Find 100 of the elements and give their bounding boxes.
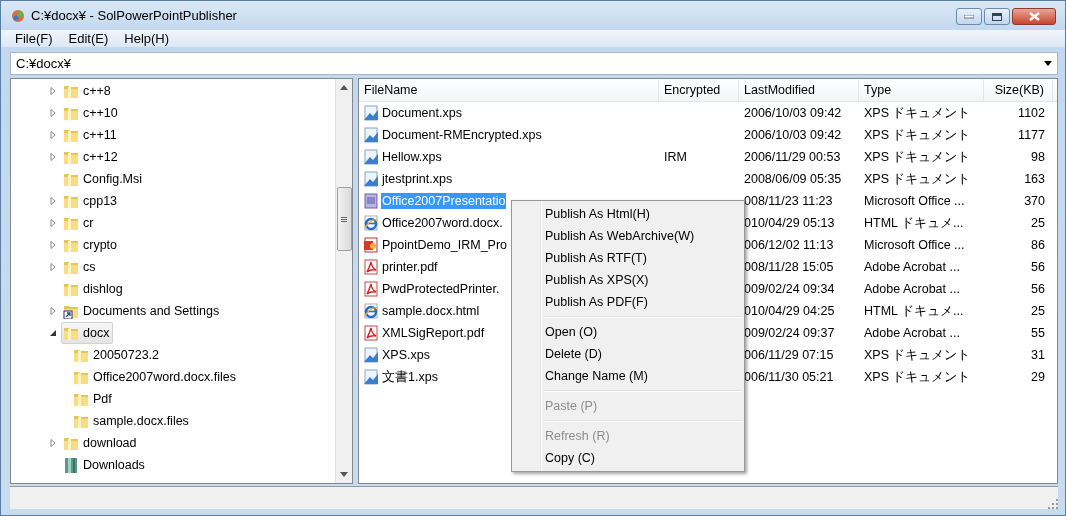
menu-item[interactable]: Publish As Html(H) xyxy=(514,203,742,225)
date-cell: 008/11/28 15:05 xyxy=(744,260,834,274)
tree-item[interactable]: Documents and Settings xyxy=(61,300,224,322)
collapsed-arrow-icon[interactable] xyxy=(49,241,57,249)
collapsed-arrow-icon[interactable] xyxy=(49,87,57,95)
file-name[interactable]: printer.pdf xyxy=(381,259,439,275)
tree-item[interactable]: sample.docx.files xyxy=(71,410,193,432)
type-cell: Microsoft Office ... xyxy=(864,194,965,208)
date-cell: 009/02/24 09:34 xyxy=(744,282,835,296)
size-cell: 31 xyxy=(1031,348,1045,362)
menu-item[interactable]: Publish As XPS(X) xyxy=(514,269,742,291)
tree-item[interactable]: dishlog xyxy=(61,278,127,300)
folder-icon xyxy=(73,413,89,429)
column-header[interactable]: Type xyxy=(859,79,984,101)
window-title: C:¥docx¥ - SolPowerPointPublisher xyxy=(31,8,238,23)
collapsed-arrow-icon[interactable] xyxy=(49,439,57,447)
tree-item[interactable]: c++8 xyxy=(61,80,115,102)
tree-item[interactable]: Pdf xyxy=(71,388,116,410)
file-name[interactable]: Document.xps xyxy=(381,105,463,121)
tree-item[interactable]: crypto xyxy=(61,234,122,256)
collapsed-arrow-icon[interactable] xyxy=(49,131,57,139)
close-button[interactable] xyxy=(1012,8,1056,25)
collapsed-arrow-icon[interactable] xyxy=(49,109,57,117)
maximize-button[interactable] xyxy=(984,8,1010,25)
pdf-icon xyxy=(363,325,379,341)
column-header[interactable]: LastModified xyxy=(739,79,859,101)
file-name[interactable]: 文書1.xps xyxy=(381,367,439,387)
tree-item[interactable]: Config.Msi xyxy=(61,168,147,190)
tree-item[interactable]: 20050723.2 xyxy=(71,344,164,366)
tree-item[interactable]: Downloads xyxy=(61,454,149,476)
file-name[interactable]: sample.docx.html xyxy=(381,303,481,319)
tree-item[interactable]: c++12 xyxy=(61,146,122,168)
web-page-icon xyxy=(363,215,379,231)
file-name[interactable]: PwdProtectedPrinter. xyxy=(381,281,501,297)
type-cell: XPS ドキュメント xyxy=(864,105,971,120)
scroll-down-icon xyxy=(340,472,348,477)
folder-icon xyxy=(63,193,79,209)
minimize-icon xyxy=(964,14,974,19)
type-cell: HTML ドキュメ... xyxy=(864,215,964,230)
file-name[interactable]: PpointDemo_IRM_Pro xyxy=(381,237,509,253)
collapsed-arrow-icon[interactable] xyxy=(49,263,57,271)
file-name[interactable]: Document-RMEncrypted.xps xyxy=(381,127,543,143)
tree-item[interactable]: docx xyxy=(61,322,114,344)
column-header[interactable]: Size(KB) xyxy=(984,79,1053,101)
tree-item[interactable]: cs xyxy=(61,256,100,278)
collapsed-arrow-icon[interactable] xyxy=(49,307,57,315)
tree-item[interactable]: cr xyxy=(61,212,98,234)
folder-icon xyxy=(63,127,79,143)
tree-item[interactable]: cpp13 xyxy=(61,190,122,212)
app-icon xyxy=(11,8,25,23)
tree-item[interactable]: Office2007word.docx.files xyxy=(71,366,240,388)
pdf-icon xyxy=(363,281,379,297)
file-name[interactable]: Hellow.xps xyxy=(381,149,443,165)
menu-item[interactable]: Open (O) xyxy=(514,321,742,343)
date-cell: 2006/10/03 09:42 xyxy=(744,106,842,120)
presentation-icon xyxy=(363,237,379,253)
encryption-cell: IRM xyxy=(664,150,687,164)
menu-item[interactable]: File(F) xyxy=(7,31,61,46)
date-cell: 2006/11/29 00:53 xyxy=(744,150,841,164)
collapsed-arrow-icon[interactable] xyxy=(49,197,57,205)
date-cell: 010/04/29 04:25 xyxy=(744,304,835,318)
menu-item[interactable]: Publish As RTF(T) xyxy=(514,247,742,269)
document-icon xyxy=(363,105,379,121)
size-cell: 86 xyxy=(1031,238,1045,252)
size-cell: 370 xyxy=(1024,194,1045,208)
date-cell: 009/02/24 09:37 xyxy=(744,326,835,340)
menu-item[interactable]: Copy (C) xyxy=(514,447,742,469)
folder-icon xyxy=(63,435,79,451)
menu-item[interactable]: Edit(E) xyxy=(60,31,117,46)
tree-item[interactable]: c++11 xyxy=(61,124,121,146)
size-cell: 1102 xyxy=(1018,106,1045,120)
path-field[interactable]: C:¥docx¥ xyxy=(10,52,1058,75)
menu-item[interactable]: Publish As PDF(F) xyxy=(514,291,742,313)
document-icon xyxy=(363,127,379,143)
document-icon xyxy=(363,149,379,165)
type-cell: XPS ドキュメント xyxy=(864,347,971,362)
column-header[interactable]: FileName xyxy=(359,79,659,101)
menu-item[interactable]: Delete (D) xyxy=(514,343,742,365)
shortcut-folder-icon xyxy=(63,303,79,319)
folder-icon xyxy=(63,325,79,341)
column-header[interactable]: Encrypted xyxy=(659,79,739,101)
tree-item[interactable]: download xyxy=(61,432,141,454)
tree-item[interactable]: c++10 xyxy=(61,102,122,124)
expanded-arrow-icon[interactable] xyxy=(49,329,57,337)
collapsed-arrow-icon[interactable] xyxy=(49,153,57,161)
type-cell: XPS ドキュメント xyxy=(864,171,971,186)
size-cell: 1177 xyxy=(1018,128,1045,142)
file-name[interactable]: jtestprint.xps xyxy=(381,171,454,187)
file-name[interactable]: XMLSigReport.pdf xyxy=(381,325,486,341)
date-cell: 010/04/29 05:13 xyxy=(744,216,835,230)
type-cell: Microsoft Office ... xyxy=(864,238,965,252)
file-name[interactable]: Office2007word.docx. xyxy=(381,215,504,231)
type-cell: XPS ドキュメント xyxy=(864,127,971,142)
close-icon xyxy=(1028,12,1040,21)
menu-item[interactable]: Change Name (M) xyxy=(514,365,742,387)
scrollbar[interactable] xyxy=(335,79,352,483)
collapsed-arrow-icon[interactable] xyxy=(49,219,57,227)
menu-item[interactable]: Publish As WebArchive(W) xyxy=(514,225,742,247)
file-name[interactable]: XPS.xps xyxy=(381,347,431,363)
menu-item[interactable]: Help(H) xyxy=(116,31,178,46)
